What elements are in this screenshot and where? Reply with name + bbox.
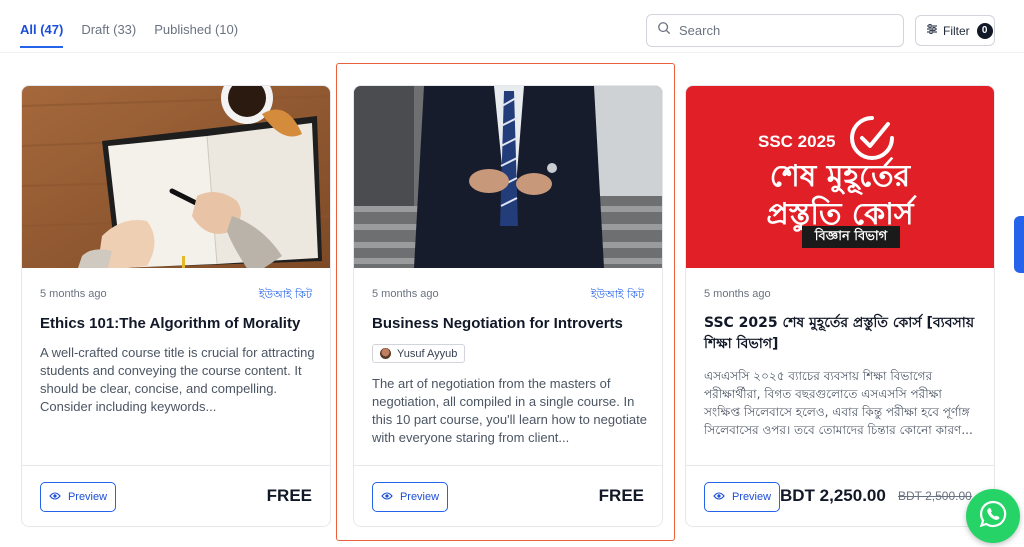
- preview-button[interactable]: Preview: [704, 482, 780, 512]
- course-card[interactable]: 5 months ago ইউআই কিট Ethics 101:The Alg…: [21, 85, 331, 527]
- course-title[interactable]: Ethics 101:The Algorithm of Morality: [40, 313, 315, 334]
- course-description: The art of negotiation from the masters …: [372, 376, 647, 445]
- course-description: এসএসসি ২০২৫ ব্যাচের ব্যবসায় শিক্ষা বিভা…: [704, 369, 973, 437]
- preview-label: Preview: [731, 491, 772, 503]
- preview-label: Preview: [67, 491, 108, 503]
- filter-count-badge: 0: [976, 22, 993, 39]
- eye-icon: [713, 490, 732, 505]
- banner-year: SSC 2025: [758, 132, 836, 151]
- search-icon: [657, 21, 671, 40]
- search-box[interactable]: [646, 14, 904, 47]
- search-input[interactable]: [679, 23, 879, 38]
- filter-label: Filter: [943, 23, 970, 38]
- card-divider: [686, 465, 994, 466]
- whatsapp-button[interactable]: [966, 489, 1020, 543]
- tab-draft[interactable]: Draft (33): [81, 0, 136, 48]
- course-thumbnail: [22, 86, 330, 268]
- course-original-price: BDT 2,500.00: [898, 489, 972, 503]
- preview-label: Preview: [399, 491, 440, 503]
- banner-line-4: বিজ্ঞান বিভাগ: [802, 226, 900, 248]
- card-divider: [22, 465, 330, 466]
- course-card[interactable]: SSC 2025 শেষ মুহূর্তের প্রস্তুতি কোর্স ব…: [685, 85, 995, 527]
- author-chip[interactable]: Yusuf Ayyub: [372, 344, 466, 363]
- course-description: A well-crafted course title is crucial f…: [40, 345, 315, 414]
- course-time: 5 months ago: [704, 288, 771, 300]
- course-price: FREE: [266, 486, 312, 505]
- card-divider: [354, 465, 662, 466]
- course-time: 5 months ago: [40, 288, 107, 300]
- status-tabs: All (47) Draft (33) Published (10): [20, 0, 238, 52]
- course-category-tag[interactable]: ইউআই কিট: [591, 286, 644, 305]
- course-price: FREE: [598, 486, 644, 505]
- course-category-tag[interactable]: ইউআই কিট: [259, 286, 312, 305]
- eye-icon: [49, 490, 68, 505]
- course-title[interactable]: Business Negotiation for Introverts: [372, 313, 647, 334]
- tab-all[interactable]: All (47): [20, 0, 64, 48]
- preview-button[interactable]: Preview: [372, 482, 448, 512]
- course-card[interactable]: 5 months ago ইউআই কিট Business Negotiati…: [353, 85, 663, 527]
- side-drawer-tab[interactable]: [1014, 216, 1024, 273]
- course-price: BDT 2,250.00: [780, 486, 886, 505]
- course-title[interactable]: SSC 2025 শেষ মুহূর্তের প্রস্তুতি কোর্স […: [704, 313, 979, 355]
- preview-button[interactable]: Preview: [40, 482, 116, 512]
- tab-published[interactable]: Published (10): [154, 0, 238, 48]
- filter-button[interactable]: Filter 0: [915, 15, 995, 46]
- header-divider: [0, 52, 1024, 53]
- avatar: [380, 348, 391, 359]
- course-thumbnail: SSC 2025 শেষ মুহূর্তের প্রস্তুতি কোর্স ব…: [686, 86, 994, 268]
- course-time: 5 months ago: [372, 288, 439, 300]
- whatsapp-icon: [978, 499, 1008, 534]
- course-thumbnail: [354, 86, 662, 268]
- eye-icon: [381, 490, 400, 505]
- sliders-icon: [926, 22, 938, 40]
- author-name: Yusuf Ayyub: [397, 347, 458, 360]
